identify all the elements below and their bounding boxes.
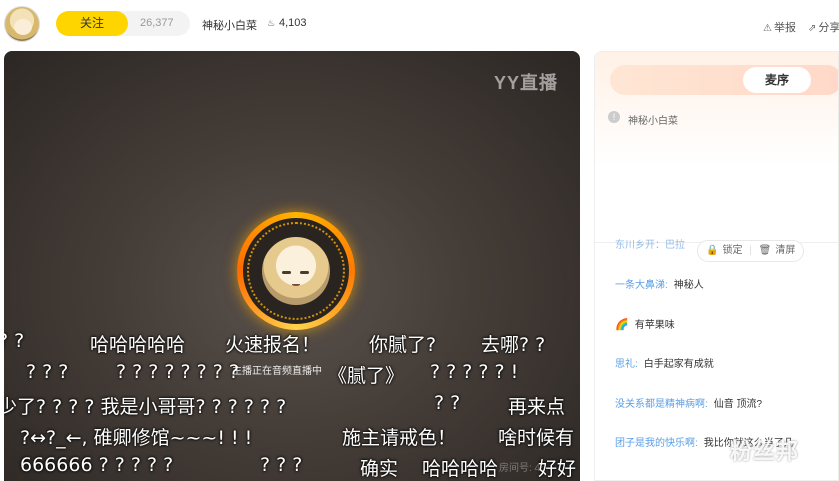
chat-text: 仙音 顶流?: [713, 399, 763, 410]
lock-button[interactable]: 锁定: [722, 245, 742, 256]
yy-logo: YY直播: [493, 73, 558, 93]
danmaku-item: 啥时候有: [498, 427, 575, 449]
chat-tools: 🔒 锁定 | 🗑 清屏: [697, 240, 805, 262]
flame-icon: ♨: [267, 18, 276, 28]
chat-text: 有苹果味: [634, 320, 675, 331]
trash-icon: 🗑: [758, 245, 772, 256]
danmaku-item: ? ?: [434, 392, 461, 414]
chat-message: 没关系都是精神病啊: 仙音 顶流?: [615, 395, 762, 410]
danmaku-item: 去哪? ?: [481, 334, 546, 356]
danmaku-item: ? ? ? ? ? ? ? ?: [116, 361, 239, 383]
danmaku-item: 确实: [360, 458, 399, 480]
watermark: 粉丝邦: [730, 439, 800, 464]
follow-button[interactable]: 关注: [56, 11, 128, 36]
danmaku-item: 少了? ? ? ? 我是小哥哥? ? ? ? ? ?: [4, 396, 287, 418]
danmaku-item: ? ? ?: [260, 454, 303, 476]
follow-group: 关注 26,377: [56, 11, 190, 36]
info-icon: !: [608, 111, 620, 123]
danmaku-item: ? ?: [4, 330, 25, 352]
share-icon: ⇗: [808, 23, 817, 34]
danmaku-item: 哈哈哈哈: [422, 458, 499, 480]
top-bar: 关注 26,377 神秘小白菜 ♨ 4,103 ⚠ 举报 ⇗ 分享: [0, 0, 839, 50]
clear-button[interactable]: 清屏: [775, 245, 795, 256]
chat-text: 白手起家有成就: [643, 359, 714, 370]
chat-text: 神秘人: [673, 280, 704, 291]
chat-message: 🌈 有苹果味: [615, 316, 675, 331]
danmaku-item: 666666 ? ? ? ? ?: [20, 454, 174, 476]
danmaku-item: ?↔?_←, 碓卿修馆~~~! ! !: [20, 427, 253, 449]
danmaku-item: ? ? ?: [26, 361, 69, 383]
follow-count: 26,377: [140, 17, 174, 29]
danmaku-item: 你腻了?: [369, 334, 437, 356]
danmaku-item: 再来点: [508, 396, 566, 418]
anchor-center-avatar: [262, 237, 330, 305]
danmaku-item: 好好: [538, 458, 577, 480]
audio-ring: [237, 212, 355, 330]
heat-indicator: ♨ 4,103: [267, 17, 307, 29]
video-player[interactable]: YY直播 房间号: 46 ? ? 哈哈哈哈哈 火速报名！ 你腻了? 去哪? ? …: [4, 51, 580, 481]
danmaku-item: 《腻了》: [328, 365, 405, 387]
danmaku-item: 哈哈哈哈哈: [90, 334, 186, 356]
chat-message: 一条大鼻涕: 神秘人: [615, 276, 704, 291]
heat-value: 4,103: [279, 17, 307, 29]
anchor-name[interactable]: 神秘小白菜: [202, 17, 257, 33]
danmaku-item: 火速报名！: [225, 334, 321, 356]
report-label: 举报: [773, 22, 796, 34]
chat-user[interactable]: 一条大鼻涕:: [615, 280, 668, 291]
audio-live-notice: 主播正在音频直播中: [232, 366, 322, 377]
rainbow-icon: 🌈: [615, 319, 629, 331]
share-label: 分享: [818, 22, 839, 34]
intro-text: 神秘小白菜: [628, 116, 678, 127]
lock-icon: 🔒: [706, 245, 719, 256]
danmaku-item: ? ? ? ? ? !: [430, 361, 519, 383]
chat-user[interactable]: 思礼:: [615, 359, 638, 370]
tab-bar: 麦序: [610, 65, 838, 95]
tab-mic-queue[interactable]: 麦序: [743, 67, 811, 93]
side-panel: 麦序 ! 神秘小白菜 东川乡开：巴拉 🔒 锁定 | 🗑 清屏 一条大鼻涕: 神秘人 🌈…: [594, 51, 839, 481]
panel-header: 麦序 ! 神秘小白菜: [595, 52, 838, 242]
chat-message: 思礼: 白手起家有成就: [615, 355, 714, 370]
chat-user[interactable]: 没关系都是精神病啊:: [615, 399, 708, 410]
chat-user[interactable]: 团子是我的快乐啊:: [615, 438, 698, 449]
warning-icon: ⚠: [763, 23, 772, 34]
share-button[interactable]: ⇗ 分享: [808, 19, 839, 35]
report-button[interactable]: ⚠ 举报: [763, 19, 796, 35]
partial-chat-message: 东川乡开：巴拉: [615, 240, 685, 251]
danmaku-item: 施主请戒色！: [342, 427, 457, 449]
anchor-avatar[interactable]: [4, 6, 40, 42]
